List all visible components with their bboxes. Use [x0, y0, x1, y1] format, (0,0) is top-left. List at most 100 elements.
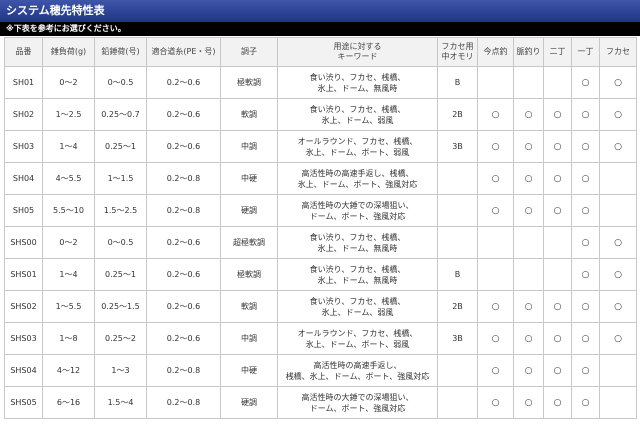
keywords-line2: ドーム、ボート、強風対応: [309, 403, 406, 413]
cell-code: SH05: [4, 194, 43, 227]
table-header-row: 品番 錘負荷(g) 鉛錘荷(号) 適合道糸(PE・号) 調子 用途に対する キー…: [4, 37, 637, 67]
cell-keywords: 食い渋り、フカセ、桟橋、 氷上、ドーム、無風時: [277, 226, 438, 259]
cell-load-sinker: 1〜8: [42, 322, 95, 355]
cell-load-lead: 0〜0.5: [94, 66, 147, 99]
cell-action: 極軟調: [220, 258, 278, 291]
keywords-line1: オールラウンド、フカセ、桟橋、: [297, 328, 418, 338]
header-tenten: 今点釣: [477, 37, 514, 67]
cell-action: 中硬: [220, 354, 278, 387]
cell-line: 0.2〜0.8: [146, 194, 221, 227]
cell-load-sinker: 0〜2: [42, 66, 95, 99]
suitable-mark: ○: [491, 173, 500, 184]
keywords-line2: 氷上、ドーム、無風時: [317, 83, 398, 93]
cell-code: SH03: [4, 130, 43, 163]
suitable-mark: ○: [581, 301, 590, 312]
table-row: SH03 1〜4 0.25〜1 0.2〜0.6 中調 オールラウンド、フカセ、桟橋、 氷上、…: [4, 130, 637, 163]
suitable-mark: ○: [614, 333, 622, 344]
keywords-line1: 食い渋り、フカセ、桟橋、: [309, 104, 406, 114]
cell-action: 硬調: [220, 386, 278, 419]
cell-load-lead: 0.25〜2: [94, 322, 147, 355]
cell-load-lead: 0.25〜1.5: [94, 290, 147, 323]
suitable-mark: ○: [614, 301, 622, 312]
cell-tenten: ○: [477, 290, 514, 323]
suitable-mark: ○: [491, 109, 500, 120]
cell-tenten: ○: [477, 386, 514, 419]
suitable-mark: ○: [524, 173, 533, 184]
cell-load-lead: 1.5〜2.5: [94, 194, 147, 227]
header-nicho: 二丁: [543, 37, 572, 67]
cell-action: 中調: [220, 322, 278, 355]
suitable-mark: ○: [581, 141, 590, 152]
cell-iccho: ○: [571, 130, 600, 163]
cell-fukase: ○: [599, 66, 637, 99]
suitable-mark: ○: [524, 301, 533, 312]
keywords-line1: 高活性時の高速手返し、桟橋、: [301, 168, 414, 178]
cell-nicho: ○: [543, 162, 572, 195]
cell-weight: B: [437, 66, 478, 99]
cell-keywords: 食い渋り、フカセ、桟橋、 氷上、ドーム、弱風: [277, 98, 438, 131]
header-weight-line1: フカセ用: [441, 42, 474, 51]
table-body: SH01 0〜2 0〜0.5 0.2〜0.6 極軟調 食い渋り、フカセ、桟橋、 氷上、ドーム…: [4, 66, 637, 419]
keywords-line2: 氷上、ドーム、ボート、弱風: [305, 339, 410, 349]
cell-tenten: [477, 66, 514, 99]
page-title: システム穂先特性表: [0, 0, 640, 22]
header-keywords-line2: キーワード: [337, 52, 378, 61]
cell-nicho: ○: [543, 290, 572, 323]
table-note: ※下表を参考にお選びください。: [0, 22, 640, 36]
keywords-line2: 氷上、ドーム、無風時: [317, 275, 398, 285]
cell-action: 硬調: [220, 194, 278, 227]
suitable-mark: ○: [581, 333, 590, 344]
cell-nicho: ○: [543, 98, 572, 131]
suitable-mark: ○: [581, 269, 590, 280]
cell-fukase: [599, 386, 637, 419]
cell-fukase: ○: [599, 258, 637, 291]
cell-fukase: ○: [599, 130, 637, 163]
cell-tenten: ○: [477, 354, 514, 387]
cell-load-lead: 0〜0.5: [94, 226, 147, 259]
cell-nicho: [543, 66, 572, 99]
header-weight: フカセ用 中オモリ: [437, 37, 478, 67]
cell-iccho: ○: [571, 226, 600, 259]
cell-weight: 2B: [437, 290, 478, 323]
cell-load-sinker: 0〜2: [42, 226, 95, 259]
cell-iccho: ○: [571, 98, 600, 131]
suitable-mark: ○: [614, 77, 622, 88]
keywords-line1: 食い渋り、フカセ、桟橋、: [309, 264, 406, 274]
table-row: SH05 5.5〜10 1.5〜2.5 0.2〜0.8 硬調 高活性時の大錘での深場狙い、…: [4, 194, 637, 227]
cell-line: 0.2〜0.8: [146, 386, 221, 419]
cell-fukase: [599, 194, 637, 227]
suitable-mark: ○: [553, 141, 562, 152]
cell-nicho: ○: [543, 354, 572, 387]
table-row: SHS05 6〜16 1.5〜4 0.2〜0.8 硬調 高活性時の大錘での深場狙い、 ドーム…: [4, 386, 637, 419]
cell-tenten: ○: [477, 162, 514, 195]
page: システム穂先特性表 ※下表を参考にお選びください。 品番 錘負荷(g) 鉛錘荷(…: [0, 0, 640, 433]
cell-load-sinker: 6〜16: [42, 386, 95, 419]
cell-code: SHS00: [4, 226, 43, 259]
cell-tsuri: ○: [513, 162, 544, 195]
cell-iccho: ○: [571, 66, 600, 99]
header-line: 適合道糸(PE・号): [146, 37, 221, 67]
suitable-mark: ○: [614, 269, 622, 280]
cell-line: 0.2〜0.6: [146, 130, 221, 163]
suitable-mark: ○: [581, 109, 590, 120]
cell-tenten: ○: [477, 130, 514, 163]
cell-code: SHS02: [4, 290, 43, 323]
header-action: 調子: [220, 37, 278, 67]
suitable-mark: ○: [614, 109, 622, 120]
table-row: SHS02 1〜5.5 0.25〜1.5 0.2〜0.6 軟調 食い渋り、フカセ、桟橋、氷…: [4, 290, 637, 323]
cell-iccho: ○: [571, 354, 600, 387]
cell-tenten: ○: [477, 322, 514, 355]
table-row: SHS03 1〜8 0.25〜2 0.2〜0.6 中調 オールラウンド、フカセ、桟橋、 氷上…: [4, 322, 637, 355]
cell-action: 軟調: [220, 98, 278, 131]
keywords-line1: 高活性時の大錘での深場狙い、: [301, 392, 414, 402]
cell-tsuri: ○: [513, 290, 544, 323]
suitable-mark: ○: [553, 173, 562, 184]
cell-weight: B: [437, 258, 478, 291]
cell-code: SH01: [4, 66, 43, 99]
cell-action: 超極軟調: [220, 226, 278, 259]
suitable-mark: ○: [581, 173, 590, 184]
cell-weight: 3B: [437, 322, 478, 355]
cell-action: 中硬: [220, 162, 278, 195]
keywords-line1: 食い渋り、フカセ、桟橋、: [309, 232, 406, 242]
cell-code: SH04: [4, 162, 43, 195]
